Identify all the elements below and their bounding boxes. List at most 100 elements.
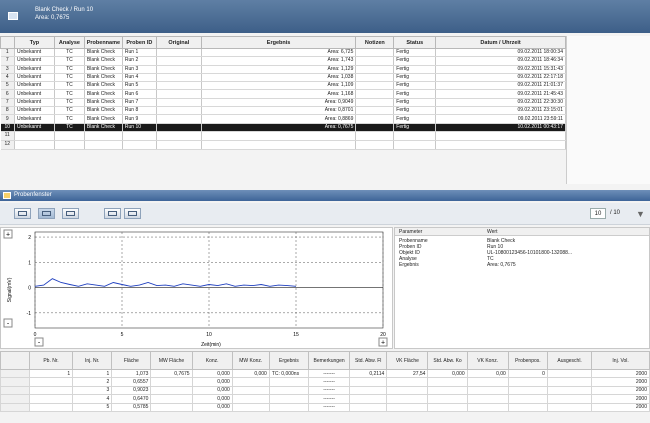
print-icon	[128, 211, 137, 216]
table-row[interactable]: 4 0,6470 0,000 ------- 2000	[0, 394, 650, 404]
table-cell: 0,5785	[111, 402, 152, 412]
col-header-probenname[interactable]: Probenname	[83, 36, 123, 49]
table-cell	[54, 140, 85, 150]
table-row[interactable]: 12	[0, 140, 566, 150]
table-cell	[386, 402, 429, 412]
table-row[interactable]: 6 Unbekannt TC Blank Check Run 6 Area: 1,168 F…	[0, 89, 566, 99]
table-row[interactable]: 7 Unbekannt TC Blank Check Run 2 Area: 1,743 F…	[0, 56, 566, 66]
view-table-icon	[66, 211, 75, 216]
table-cell	[156, 98, 202, 108]
table-row[interactable]: 5 0,5785 0,000 ------- 2000	[0, 402, 650, 412]
table-cell	[156, 106, 202, 116]
table-cell: 2000	[591, 402, 650, 412]
col-header-analyse[interactable]: Analyse	[53, 36, 85, 49]
x-tick-label: 5	[121, 332, 124, 338]
col-header-mw-flaeche[interactable]: MW Fläche	[150, 351, 193, 370]
col-header-vk-flaeche[interactable]: VK Fläche	[386, 351, 429, 370]
table-cell: TC	[54, 73, 85, 83]
table-cell	[201, 140, 357, 150]
table-cell	[355, 65, 395, 74]
table-cell	[156, 89, 202, 99]
table-cell	[349, 385, 388, 396]
table-row[interactable]: 7 Unbekannt TC Blank Check Run 7 Area: 0,9049…	[0, 98, 566, 108]
table-cell: Unbekannt	[14, 123, 55, 132]
view-list-icon	[18, 211, 27, 216]
table-cell	[122, 131, 157, 141]
table-cell: 1	[72, 368, 113, 379]
table-cell: Fertig	[393, 56, 437, 66]
table-cell	[84, 140, 123, 150]
zoom-in-y-button[interactable]: +	[3, 229, 13, 239]
page-number-input[interactable]: 10	[590, 208, 606, 219]
col-header-ausgeschl[interactable]: Ausgeschl.	[546, 351, 593, 370]
col-header-ergebnis[interactable]: Ergebnis	[200, 36, 357, 49]
table-cell: Run 4	[122, 73, 157, 83]
view-list-button[interactable]	[14, 208, 31, 219]
col-header-std-abw-fl[interactable]: Std. Abw. Fl	[349, 351, 388, 370]
table-row[interactable]: 9 Unbekannt TC Blank Check Run 9 Area: 0,8869…	[0, 114, 566, 124]
table-row[interactable]: 8 Unbekannt TC Blank Check Run 8 Area: 0,8701…	[0, 106, 566, 116]
row-number-cell: 5	[0, 81, 15, 91]
row-number-cell: 9	[0, 114, 15, 124]
col-header-konz[interactable]: Konz.	[191, 351, 233, 370]
view-chart-button[interactable]	[38, 208, 55, 219]
document-icon	[8, 12, 18, 20]
table-row[interactable]: 5 Unbekannt TC Blank Check Run 5 Area: 1,109 F…	[0, 81, 566, 91]
col-header-probenpos[interactable]: Probenpos.	[507, 351, 548, 370]
zoom-out-x-button[interactable]: -	[34, 337, 44, 347]
filter-icon[interactable]: ▼	[636, 209, 645, 219]
table-cell: Unbekannt	[14, 48, 55, 58]
window-title: Blank Check / Run 10	[35, 7, 94, 13]
row-number-cell: 11	[0, 131, 15, 141]
table-cell: -------	[307, 385, 351, 396]
col-header-status[interactable]: Status	[393, 36, 437, 49]
row-stub	[0, 377, 30, 387]
col-header-typ[interactable]: Typ	[13, 36, 55, 49]
table-row[interactable]: 4 Unbekannt TC Blank Check Run 4 Area: 1,038 F…	[0, 73, 566, 83]
table-cell: 0,9023	[111, 385, 152, 396]
table-row[interactable]: 10 Unbekannt TC Blank Check Run 10 Area: 0,76…	[0, 123, 566, 132]
table-cell: Area: 0,7675	[201, 123, 357, 132]
table-cell: 09.02.2011 21:45:43	[435, 89, 566, 99]
export-button[interactable]	[104, 208, 121, 219]
table-row[interactable]: 3 Unbekannt TC Blank Check Run 3 Area: 1,129 F…	[0, 65, 566, 74]
view-table-button[interactable]	[62, 208, 79, 219]
col-header-datum[interactable]: Datum / Uhrzeit	[435, 36, 566, 49]
table-row[interactable]: 1 Unbekannt TC Blank Check Run 1 Area: 6,725 F…	[0, 48, 566, 58]
table-cell: 10.02.2011 00:43:17	[435, 123, 566, 132]
table-cell: Area: 1,129	[201, 65, 357, 74]
col-header-ergebnis-inj[interactable]: Ergebnis	[268, 351, 309, 370]
col-header-flaeche[interactable]: Fläche	[111, 351, 152, 370]
col-header-mw-konz[interactable]: MW Konz.	[231, 351, 270, 370]
col-header-vk-konz[interactable]: VK Konz.	[466, 351, 509, 370]
table-cell: -------	[307, 402, 351, 412]
table-cell: Area: 1,038	[201, 73, 357, 83]
pin-icon[interactable]	[3, 192, 11, 199]
table-cell: 09.02.2011 18:46:34	[435, 56, 566, 66]
table-cell: TC	[54, 65, 85, 74]
table-cell	[355, 56, 395, 66]
sample-window-header: Probenfenster	[0, 190, 650, 201]
col-header-std-abw-ko[interactable]: Std. Abw. Ko	[427, 351, 468, 370]
print-button[interactable]	[124, 208, 141, 219]
table-row[interactable]: 3 0,9023 0,000 ------- 2000	[0, 385, 650, 396]
table-cell	[54, 131, 85, 141]
table-cell	[150, 385, 193, 396]
table-row[interactable]: 11	[0, 131, 566, 141]
row-stub	[0, 385, 30, 396]
zoom-out-y-button[interactable]: -	[3, 318, 13, 328]
col-header-proben-id[interactable]: Proben ID	[121, 36, 157, 49]
col-header-pb-nr[interactable]: Pb. Nr.	[28, 351, 74, 370]
zoom-in-x-button[interactable]: +	[378, 337, 388, 347]
table-cell: Blank Check	[84, 106, 123, 116]
col-header-inj-vol[interactable]: Inj. Vol.	[591, 351, 650, 370]
table-row[interactable]: 1 1 1,073 0,7675 0,000 0,000 TC: 0,000ns ------…	[0, 368, 650, 379]
col-header-bemerkungen[interactable]: Bemerkungen	[307, 351, 351, 370]
table-cell: 2000	[591, 377, 650, 387]
table-cell	[427, 385, 468, 396]
col-header-original[interactable]: Original	[155, 36, 202, 49]
x-tick-label: 20	[380, 332, 386, 338]
col-header-notizen[interactable]: Notizen	[355, 36, 395, 49]
table-row[interactable]: 2 0,6557 0,000 ------- 2000	[0, 377, 650, 387]
col-header-inj-nr[interactable]: Inj. Nr.	[72, 351, 113, 370]
